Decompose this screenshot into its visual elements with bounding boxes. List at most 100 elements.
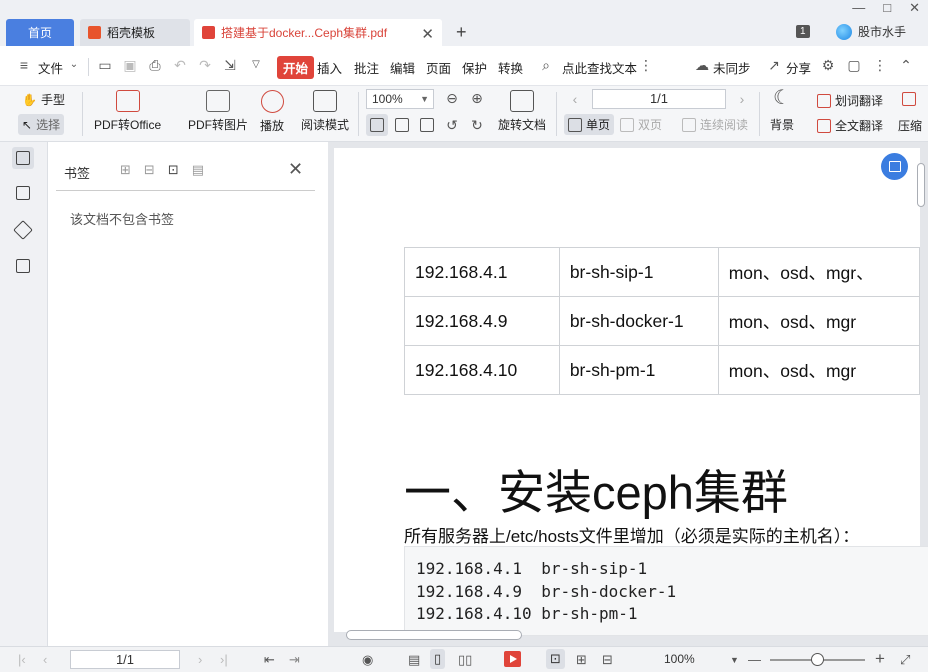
read-mode-button[interactable]: 阅读模式	[301, 90, 349, 133]
double-page-view-icon[interactable]: ▯▯	[458, 652, 472, 668]
zoom-in-icon[interactable]: +	[875, 649, 885, 669]
hamburger-menu-icon[interactable]: ≡	[16, 57, 32, 73]
print-icon[interactable]: ⎙	[147, 57, 163, 73]
zoom-in-icon[interactable]: ⊕	[469, 90, 485, 106]
zoom-dropdown-icon[interactable]: ▼	[730, 655, 739, 665]
minimize-icon[interactable]: —	[852, 0, 865, 16]
tab-docer-templates[interactable]: 稻壳模板	[80, 19, 190, 46]
next-page-icon[interactable]: ›	[198, 652, 202, 667]
tab-home[interactable]: 首页	[6, 19, 74, 46]
redo-icon[interactable]: ↷	[197, 57, 213, 73]
zoom-slider-handle[interactable]	[811, 653, 824, 666]
new-tab-icon[interactable]: +	[456, 22, 467, 43]
previous-page-icon[interactable]: ‹	[567, 91, 583, 107]
user-account[interactable]: 股市水手	[836, 23, 906, 40]
fit-width-icon[interactable]: ⊟	[602, 652, 613, 668]
menu-protect[interactable]: 保护	[462, 58, 487, 77]
add-bookmark-icon[interactable]: ⊡	[168, 162, 179, 178]
document-viewer[interactable]: 192.168.4.1 br-sh-sip-1 mon、osd、mgr、 192…	[328, 142, 928, 646]
sync-status[interactable]: 未同步	[713, 58, 751, 77]
settings-gear-icon[interactable]: ⚙	[820, 57, 836, 73]
select-tool-button[interactable]: ↖ 选择	[18, 114, 65, 135]
fit-page-icon[interactable]: ⊞	[576, 652, 587, 668]
vertical-scrollbar[interactable]	[914, 148, 928, 632]
compress-button[interactable]: 压缩	[898, 117, 928, 134]
full-translate-button[interactable]: 全文翻译	[817, 117, 883, 134]
menu-insert[interactable]: 插入	[317, 58, 342, 77]
play-button[interactable]: 播放	[260, 90, 284, 134]
share-icon[interactable]: ↗	[766, 57, 782, 73]
status-zoom-value[interactable]: 100%	[664, 652, 695, 666]
menu-annotate[interactable]: 批注	[354, 58, 379, 77]
close-window-icon[interactable]: ✕	[909, 0, 920, 16]
double-page-button[interactable]: 双页	[620, 116, 662, 133]
rotate-left-icon[interactable]: ↺	[444, 117, 460, 133]
comment-icon[interactable]: ▢	[846, 57, 862, 73]
menu-edit[interactable]: 编辑	[390, 58, 415, 77]
actual-size-icon[interactable]: ⊡	[546, 649, 565, 669]
pdf-to-image-button[interactable]: PDF转图片	[188, 90, 248, 133]
horizontal-scrollbar[interactable]	[332, 628, 928, 642]
hand-tool-button[interactable]: ✋ 手型	[22, 91, 65, 108]
close-panel-icon[interactable]: ✕	[288, 159, 303, 180]
eye-protect-icon[interactable]: ◉	[362, 652, 373, 668]
signature-panel-button[interactable]	[12, 255, 34, 277]
fit-page-icon[interactable]	[395, 118, 409, 132]
search-icon[interactable]: ⌕	[538, 57, 554, 73]
window-count-badge[interactable]: 1	[796, 25, 810, 38]
save-icon[interactable]: ▣	[122, 57, 138, 73]
menu-page[interactable]: 页面	[426, 58, 451, 77]
single-page-button[interactable]: 单页	[564, 114, 615, 135]
tab-pdf-document[interactable]: 搭建基于docker...Ceph集群.pdf ✕	[194, 19, 442, 46]
play-icon[interactable]	[504, 651, 521, 667]
close-tab-icon[interactable]: ✕	[421, 25, 434, 43]
status-page-input[interactable]: 1/1	[70, 650, 180, 669]
share-button[interactable]: 分享	[786, 58, 811, 77]
open-folder-icon[interactable]: ▭	[97, 57, 113, 73]
zoom-out-icon[interactable]: ⊖	[444, 90, 460, 106]
next-page-icon[interactable]: ›	[734, 91, 750, 107]
annotation-panel-button[interactable]	[12, 219, 34, 241]
continuous-read-button[interactable]: 连续阅读	[682, 116, 748, 133]
single-page-view-icon[interactable]: ▯	[430, 649, 446, 669]
forward-icon[interactable]: ⇥	[289, 652, 300, 668]
fit-width-icon[interactable]	[420, 118, 434, 132]
background-button[interactable]: ☾ 背景	[770, 88, 794, 133]
last-page-icon[interactable]: ›|	[220, 652, 228, 667]
back-icon[interactable]: ⇤	[264, 652, 275, 668]
more-quick-tools-icon[interactable]: ▽	[248, 57, 264, 73]
word-translate-button[interactable]: 划词翻译	[817, 92, 883, 109]
bookmark-settings-icon[interactable]: ▤	[192, 162, 204, 178]
compress-icon[interactable]	[902, 92, 916, 106]
horizontal-scroll-thumb[interactable]	[346, 630, 522, 640]
menu-file[interactable]: 文件	[38, 58, 63, 77]
cloud-sync-icon[interactable]: ☁	[694, 57, 710, 73]
fullscreen-icon[interactable]: ⤢	[900, 652, 910, 668]
search-text-button[interactable]: 点此查找文本	[562, 58, 637, 77]
rotate-document-button[interactable]: 旋转文档	[498, 90, 546, 133]
expand-all-icon[interactable]: ⊞	[120, 162, 131, 178]
pdf-page[interactable]: 192.168.4.1 br-sh-sip-1 mon、osd、mgr、 192…	[334, 148, 928, 636]
thumbnail-panel-button[interactable]	[12, 182, 34, 204]
menu-start[interactable]: 开始	[277, 56, 315, 79]
export-icon[interactable]: ⇲	[222, 57, 238, 73]
bookmark-panel-button[interactable]	[12, 147, 34, 169]
page-number-input[interactable]: 1/1	[592, 89, 726, 109]
actual-size-button[interactable]	[366, 114, 388, 136]
previous-page-icon[interactable]: ‹	[43, 652, 47, 667]
maximize-icon[interactable]: □	[883, 0, 891, 16]
floating-convert-icon[interactable]	[881, 153, 908, 180]
collapse-ribbon-icon[interactable]: ⌃	[898, 57, 914, 73]
continuous-view-icon[interactable]: ▤	[408, 652, 420, 668]
pdf-to-office-button[interactable]: PDF转Office	[94, 90, 161, 133]
undo-icon[interactable]: ↶	[172, 57, 188, 73]
rotate-right-icon[interactable]: ↻	[469, 117, 485, 133]
zoom-out-icon[interactable]: —	[748, 652, 761, 667]
menu-convert[interactable]: 转换	[498, 58, 523, 77]
chevron-down-icon[interactable]: ⌄	[66, 57, 82, 73]
more-vertical-icon[interactable]: ⋮	[638, 57, 654, 73]
zoom-select[interactable]: 100% ▼	[366, 89, 434, 109]
vertical-scroll-thumb[interactable]	[917, 163, 925, 207]
first-page-icon[interactable]: |‹	[18, 652, 26, 667]
more-options-icon[interactable]: ⋮	[872, 57, 888, 73]
